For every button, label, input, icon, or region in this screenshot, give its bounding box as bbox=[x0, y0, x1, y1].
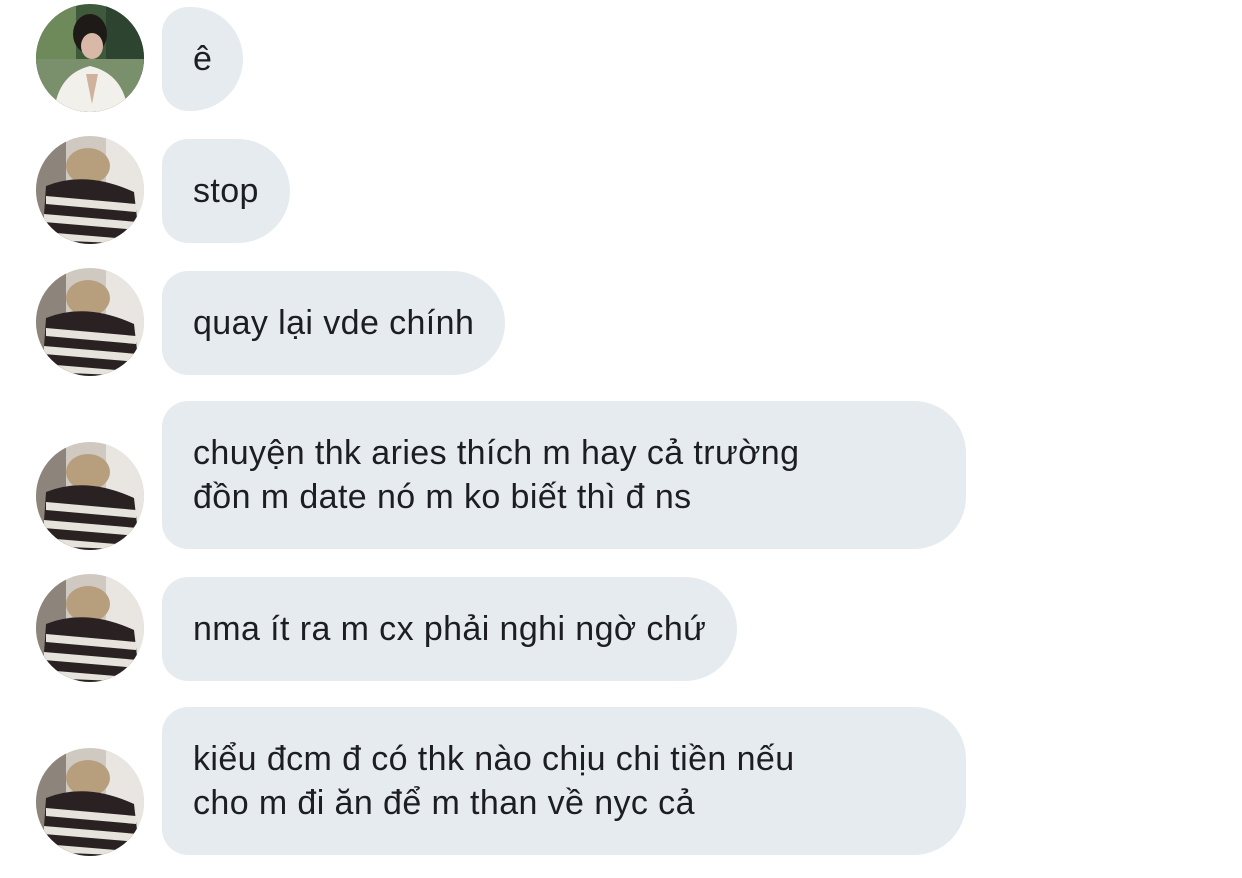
message-bubble[interactable]: nma ít ra m cx phải nghi ngờ chứ bbox=[162, 577, 738, 681]
striped-sweater-avatar-image bbox=[36, 574, 144, 682]
message-bubble[interactable]: ê bbox=[162, 7, 244, 111]
message-bubble[interactable]: quay lại vde chính bbox=[162, 271, 506, 375]
garden-photo-avatar-image bbox=[36, 4, 144, 112]
message-bubble[interactable]: chuyện thk aries thích m hay cả trường đ… bbox=[162, 401, 966, 549]
striped-sweater-avatar-image bbox=[36, 268, 144, 376]
avatar[interactable] bbox=[36, 268, 144, 376]
avatar[interactable] bbox=[36, 442, 144, 550]
avatar[interactable] bbox=[36, 574, 144, 682]
avatar[interactable] bbox=[36, 4, 144, 112]
striped-sweater-avatar-image bbox=[36, 136, 144, 244]
avatar[interactable] bbox=[36, 748, 144, 856]
striped-sweater-avatar-image bbox=[36, 442, 144, 550]
striped-sweater-avatar-image bbox=[36, 748, 144, 856]
message-bubble[interactable]: stop bbox=[162, 139, 290, 243]
message-bubble[interactable]: kiểu đcm đ có thk nào chịu chi tiền nếu … bbox=[162, 707, 966, 855]
avatar[interactable] bbox=[36, 136, 144, 244]
